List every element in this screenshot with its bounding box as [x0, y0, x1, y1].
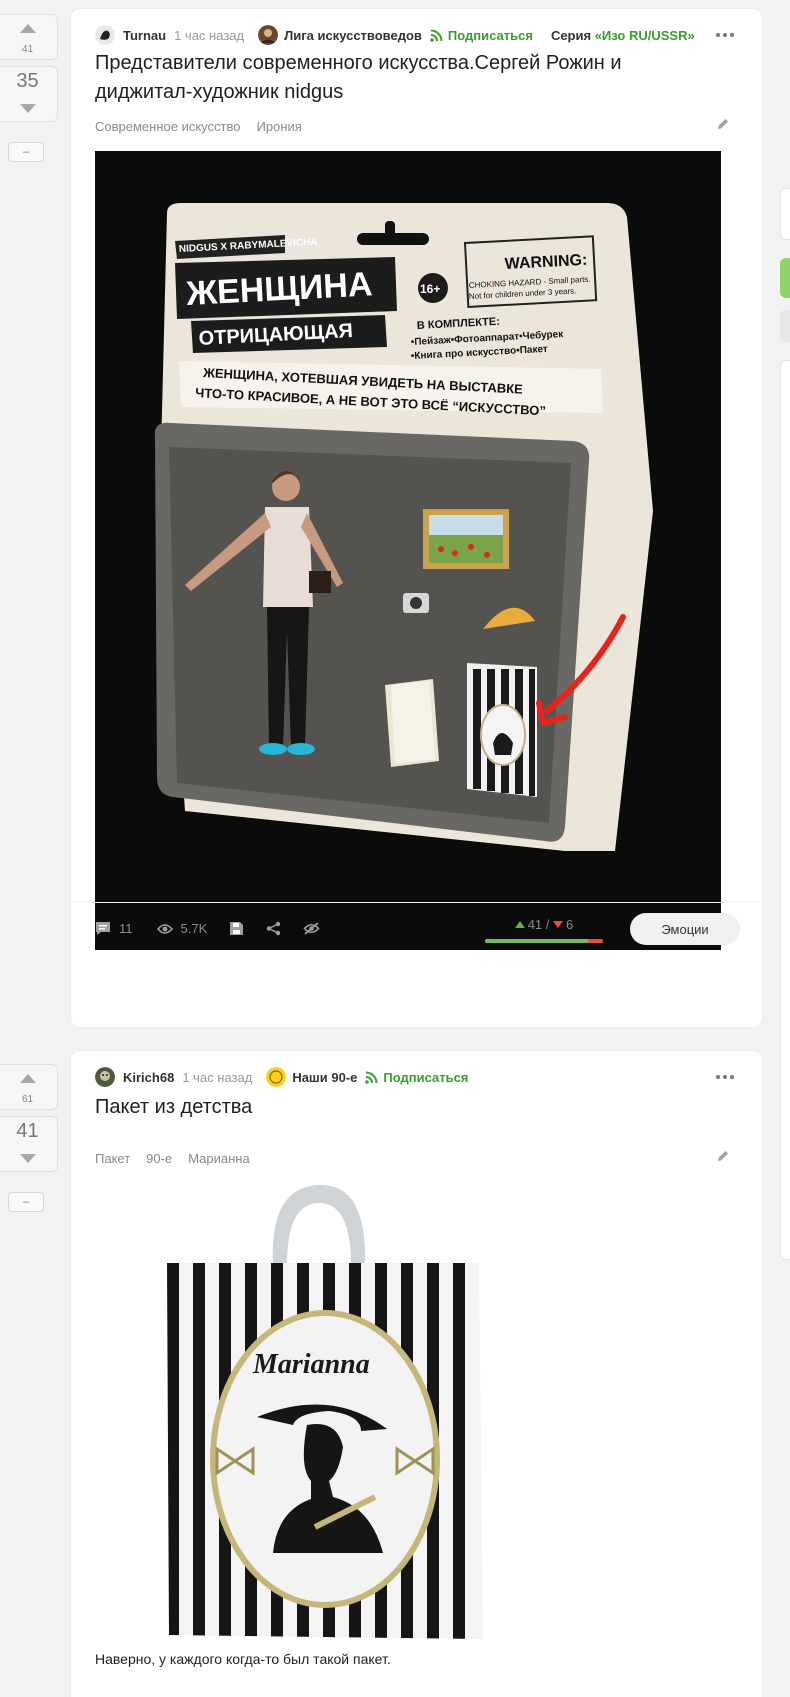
- comments-count: 11: [119, 921, 133, 936]
- story-image[interactable]: NIDGUS X RABYMALEVICHA ЖЕНЩИНА ОТРИЦАЮЩА…: [95, 151, 721, 950]
- collapse-button[interactable]: –: [8, 142, 44, 162]
- subscribe-label: Подписаться: [447, 27, 533, 43]
- author-name[interactable]: Kirich68: [123, 1070, 174, 1085]
- author-avatar[interactable]: [95, 25, 115, 45]
- story-footer: 11 5.7K 41 / 6 Эмоции: [71, 902, 762, 954]
- tags-list: Пакет 90-е Марианна: [95, 1151, 250, 1166]
- more-options-icon[interactable]: [716, 1075, 734, 1079]
- downvotes-count: 6: [566, 917, 574, 932]
- rss-icon: [430, 29, 443, 42]
- rating-box: 41: [0, 1116, 58, 1172]
- downvote-button[interactable]: [0, 95, 57, 121]
- edit-pencil-icon[interactable]: [716, 1149, 730, 1163]
- tag-link[interactable]: Марианна: [188, 1151, 250, 1166]
- eye-crossed-icon: [303, 922, 320, 935]
- arrow-down-icon: [19, 1153, 36, 1163]
- arrow-down-icon: [19, 103, 36, 113]
- more-options-icon[interactable]: [716, 33, 734, 37]
- views-count: 5.7K: [180, 921, 208, 936]
- tags-list: Современное искусство Ирония: [95, 119, 302, 134]
- tag-link[interactable]: Современное искусство: [95, 119, 240, 134]
- comments-button[interactable]: 11: [95, 921, 133, 936]
- collapse-button[interactable]: –: [8, 1192, 44, 1212]
- vote-box: 41: [0, 14, 58, 60]
- sidebar-block: [780, 188, 790, 240]
- upvote-button[interactable]: [0, 15, 57, 41]
- comment-icon: [96, 922, 110, 935]
- emotions-button[interactable]: Эмоции: [630, 913, 740, 945]
- author-name[interactable]: Turnau: [123, 28, 166, 43]
- edit-pencil-icon[interactable]: [716, 117, 730, 131]
- sidebar-block: [780, 310, 790, 342]
- arrow-up-icon: [19, 23, 36, 33]
- vote-box: 61: [0, 1064, 58, 1110]
- community-name[interactable]: Наши 90-е: [292, 1070, 357, 1085]
- save-button[interactable]: [229, 921, 244, 936]
- story-image[interactable]: Marianna: [161, 1181, 501, 1641]
- downvotes-icon: [553, 921, 564, 928]
- story-header: Kirich68 1 час назад Наши 90-е Подписать…: [95, 1065, 486, 1089]
- bag-brand-text: Marianna: [252, 1349, 370, 1380]
- post-time[interactable]: 1 час назад: [174, 28, 244, 43]
- post-time[interactable]: 1 час назад: [182, 1070, 252, 1085]
- share-icon: [267, 921, 281, 936]
- tag-link[interactable]: 90-е: [146, 1151, 172, 1166]
- story-rating: 41: [16, 1120, 39, 1142]
- upvotes-icon: [514, 921, 525, 928]
- community-name[interactable]: Лига искусствоведов: [284, 28, 422, 43]
- feed: 41 35 – Turnau 1 час назад Лига искусств…: [0, 0, 790, 1697]
- votes-summary: 41 / 6: [485, 917, 603, 943]
- save-icon: [230, 922, 244, 935]
- story-rating: 35: [16, 70, 39, 92]
- sidebar-block: [780, 360, 790, 1260]
- views-counter: 5.7K: [156, 921, 208, 936]
- tag-link[interactable]: Ирония: [256, 119, 301, 134]
- vote-count: 41: [21, 44, 34, 55]
- age-badge: 16+: [420, 282, 440, 296]
- eye-icon: [156, 923, 173, 934]
- share-button[interactable]: [266, 921, 281, 936]
- vote-rail: 61 41 –: [0, 1064, 60, 1212]
- rating-box: 35: [0, 66, 58, 122]
- vote-ratio-fill: [485, 939, 588, 943]
- community-avatar[interactable]: [266, 1067, 287, 1087]
- sidebar-accent-block: [780, 258, 790, 298]
- story-card: Turnau 1 час назад Лига искусствоведов П…: [70, 8, 763, 1028]
- right-sidebar-edge: [780, 0, 790, 1697]
- rss-icon: [365, 1071, 378, 1084]
- series-name: «Изо RU/USSR»: [594, 27, 695, 43]
- vote-count: 61: [21, 1094, 34, 1105]
- series-prefix: Серия: [550, 27, 595, 43]
- subscribe-button[interactable]: Подписаться: [365, 1070, 468, 1085]
- subscribe-button[interactable]: Подписаться: [430, 28, 533, 43]
- upvotes-count: 41: [527, 917, 543, 932]
- downvote-button[interactable]: [0, 1145, 57, 1171]
- subscribe-label: Подписаться: [383, 1069, 469, 1085]
- story-card: Kirich68 1 час назад Наши 90-е Подписать…: [70, 1050, 763, 1697]
- vote-rail: 41 35 –: [0, 14, 60, 162]
- series-link[interactable]: Серия «Изо RU/USSR»: [551, 28, 695, 43]
- tag-link[interactable]: Пакет: [95, 1151, 130, 1166]
- story-header: Turnau 1 час назад Лига искусствоведов П…: [95, 23, 695, 47]
- upvote-button[interactable]: [0, 1065, 57, 1091]
- story-title[interactable]: Пакет из детства: [95, 1093, 252, 1122]
- story-title[interactable]: Представители современного искусства.Сер…: [95, 49, 715, 107]
- hide-button[interactable]: [303, 922, 320, 935]
- community-avatar[interactable]: [258, 25, 279, 45]
- arrow-up-icon: [19, 1073, 36, 1083]
- vote-ratio-bar: [485, 939, 603, 943]
- votes-separator: /: [545, 917, 550, 932]
- story-text: Наверно, у каждого когда-то был такой па…: [95, 1651, 391, 1667]
- author-avatar[interactable]: [95, 1067, 115, 1087]
